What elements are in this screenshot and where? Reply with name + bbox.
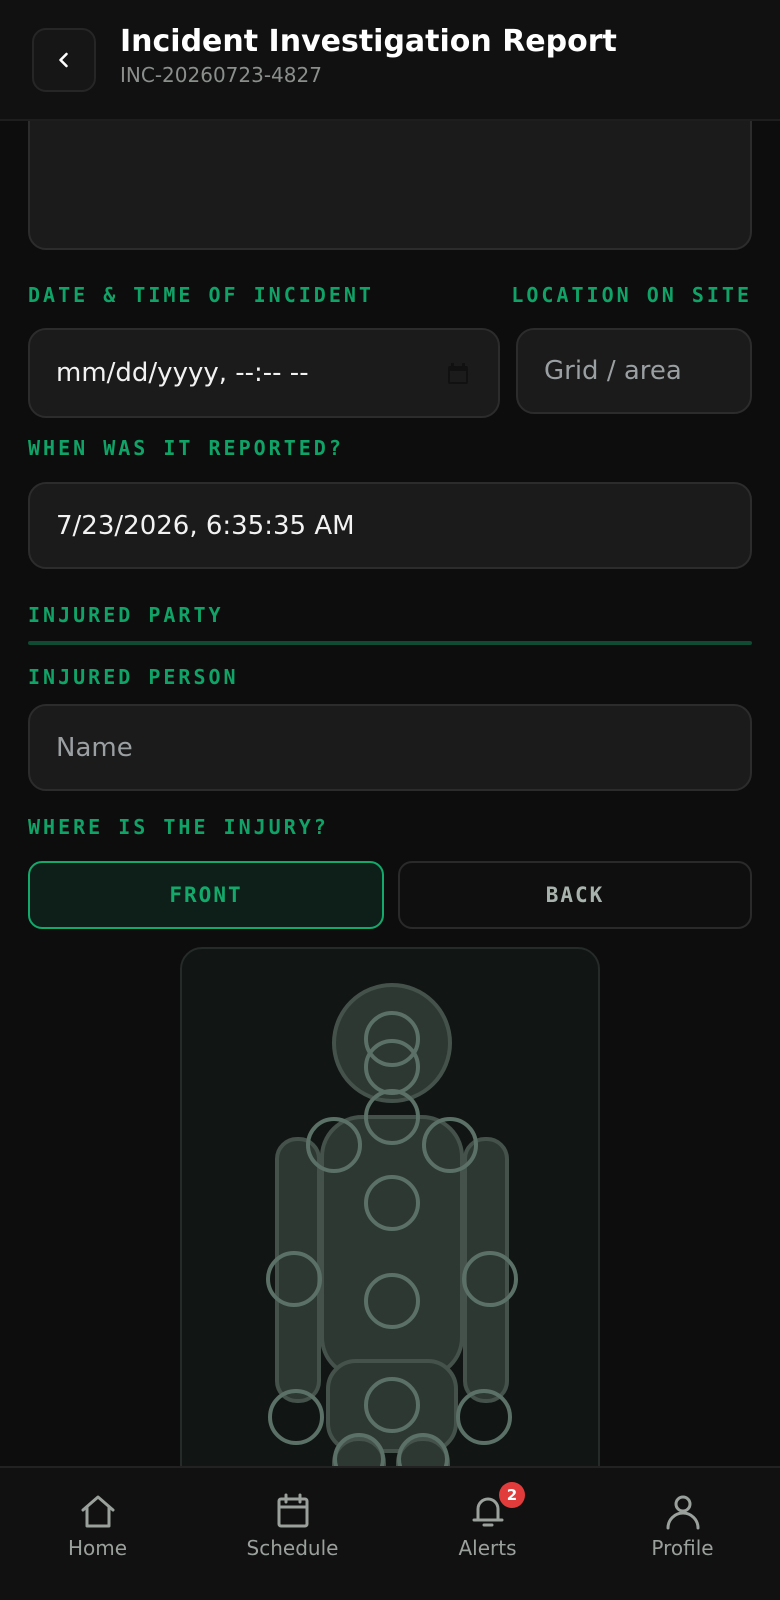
- back-view-button[interactable]: BACK: [398, 861, 752, 929]
- app-header: Incident Investigation Report INC-202607…: [0, 0, 780, 121]
- front-view-button[interactable]: FRONT: [28, 861, 384, 929]
- section-divider: [28, 641, 752, 645]
- nav-home-label: Home: [67, 1536, 128, 1560]
- injured-person-label: INJURED PERSON: [28, 665, 239, 689]
- form-content[interactable]: DATE & TIME OF INCIDENT LOCATION ON SITE…: [0, 121, 780, 1466]
- injury-location-label: WHERE IS THE INJURY?: [28, 815, 329, 839]
- calendar-picker-icon[interactable]: [446, 362, 470, 386]
- incident-id: INC-20260723-4827: [120, 63, 322, 87]
- nav-alerts-label: Alerts: [458, 1536, 517, 1560]
- section-injured-party: INJURED PARTY: [28, 603, 224, 627]
- body-diagram: [266, 983, 518, 1466]
- description-textarea[interactable]: [28, 121, 752, 250]
- reported-label: WHEN WAS IT REPORTED?: [28, 436, 344, 460]
- back-button[interactable]: [32, 28, 96, 92]
- bottom-nav: Home Schedule 2 Alerts Profile: [0, 1466, 780, 1600]
- injured-person-placeholder: Name: [56, 732, 133, 763]
- body-torso[interactable]: [320, 1115, 464, 1379]
- reported-value: 7/23/2026, 6:35:35 AM: [56, 510, 355, 541]
- injured-person-input[interactable]: Name: [28, 704, 752, 791]
- user-icon: [666, 1495, 699, 1530]
- nav-profile[interactable]: Profile: [585, 1468, 780, 1600]
- reported-input[interactable]: 7/23/2026, 6:35:35 AM: [28, 482, 752, 569]
- datetime-input[interactable]: mm/dd/yyyy, --:-- --: [28, 328, 500, 418]
- nav-alerts[interactable]: 2 Alerts: [390, 1468, 585, 1600]
- home-icon: [81, 1495, 114, 1528]
- body-right-arm[interactable]: [463, 1137, 509, 1403]
- location-placeholder: Grid / area: [544, 356, 682, 386]
- location-input[interactable]: Grid / area: [516, 328, 752, 414]
- location-label: LOCATION ON SITE: [511, 283, 752, 307]
- page-title: Incident Investigation Report: [120, 24, 617, 59]
- calendar-icon: [277, 1493, 308, 1528]
- datetime-input-text: mm/dd/yyyy, --:-- --: [56, 358, 309, 388]
- datetime-label: DATE & TIME OF INCIDENT: [28, 283, 374, 307]
- nav-profile-label: Profile: [651, 1536, 714, 1560]
- body-map[interactable]: [180, 947, 600, 1466]
- nav-schedule-label: Schedule: [246, 1536, 339, 1560]
- alerts-badge: 2: [499, 1482, 525, 1508]
- body-left-arm[interactable]: [275, 1137, 321, 1403]
- nav-home[interactable]: Home: [0, 1468, 195, 1600]
- chevron-left-icon: [59, 52, 68, 68]
- nav-schedule[interactable]: Schedule: [195, 1468, 390, 1600]
